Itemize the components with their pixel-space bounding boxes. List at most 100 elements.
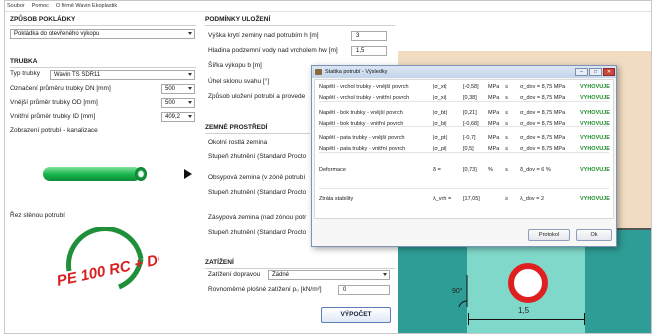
result-row: Deformace δ = [0,73]% ≤ δ_dov = 6 % VYHOVUJE <box>315 166 613 176</box>
install-method-value: Pokládka do otevřeného výkopu <box>14 31 100 37</box>
id-label: Vnitřní průměr trubky ID [mm] <box>10 113 96 120</box>
traffic-load-label: Zatížení dopravou <box>208 271 261 278</box>
dimension-label: 1,5 <box>518 306 530 315</box>
display-label: Zobrazení potrubí - kanalizace <box>10 127 98 134</box>
result-limit: δ_dov = 6 % <box>520 167 551 173</box>
pipe-end-image <box>135 167 147 181</box>
backfill-soil-label: Zásypová zemina (nad zónou potr <box>208 214 307 221</box>
dn-label: Označení průměru trubky DN [mm] <box>10 85 111 92</box>
ok-button[interactable]: Ok <box>576 229 612 241</box>
load-header: ZATÍŽENÍ <box>205 259 234 266</box>
result-label: Ztráta stability <box>319 196 354 202</box>
water-level-input[interactable]: 1,5 <box>351 46 387 56</box>
results-table: Napětí - vrchol trubky - vnější povrch |σ… <box>314 79 614 219</box>
result-limit: λ_dov = 2 <box>520 196 545 202</box>
result-row: Napětí - pata trubky - vnější povrch |σ_p… <box>315 134 613 144</box>
calculate-button[interactable]: VÝPOČET <box>321 307 391 323</box>
results-dialog: Statika potrubí - Výsledky – □ ✕ Napětí … <box>311 65 617 247</box>
divider <box>205 25 395 26</box>
dimension-line <box>468 319 584 320</box>
dimension-tick <box>584 313 585 325</box>
section-label: Řez stěnou potrubí <box>10 212 65 219</box>
pipe-image <box>43 167 141 181</box>
result-value: [-0,58] <box>463 84 479 90</box>
pipe-type-select[interactable]: Wavin TS SDR11 <box>50 70 195 80</box>
surface-load-input[interactable]: 0 <box>338 285 390 295</box>
id-select[interactable]: 409,2 <box>161 112 195 122</box>
result-symbol: |σ_pt| <box>433 135 447 141</box>
compaction-3-label: Stupeň zhutnění (Standard Procto <box>208 229 307 236</box>
result-limit: σ_dov = 8,75 MPa <box>520 110 566 116</box>
result-operator: ≤ <box>505 84 509 90</box>
result-value: [-0,7] <box>463 135 476 141</box>
result-operator: ≤ <box>505 167 509 173</box>
app-window: Soubor Pomoc O firmě Wavin Ekoplastik ZP… <box>4 0 652 334</box>
dialog-title-bar: Statika potrubí - Výsledky <box>312 66 616 78</box>
divider <box>10 67 196 68</box>
dn-select[interactable]: 500 <box>161 84 195 94</box>
close-button[interactable]: ✕ <box>603 68 615 76</box>
app-icon <box>315 69 322 75</box>
result-symbol: δ = <box>433 167 441 173</box>
trench-width-label: Šířka výkopu b [m] <box>208 62 262 69</box>
menu-file[interactable]: Soubor <box>7 3 25 9</box>
row-separator <box>319 101 609 102</box>
od-label: Vnější průměr trubky OD [mm] <box>10 99 98 106</box>
result-unit: MPa <box>488 135 500 141</box>
cover-height-label: Výška krytí zeminy nad potrubím h [m] <box>208 32 319 39</box>
pipe-cross-section <box>508 263 548 303</box>
divider <box>205 268 395 269</box>
result-symbol: |σ_bt| <box>433 110 447 116</box>
result-operator: ≥ <box>505 196 509 202</box>
id-value: 409,2 <box>165 114 181 120</box>
chevron-down-icon <box>188 87 192 90</box>
chevron-down-icon <box>188 32 192 35</box>
play-icon[interactable] <box>184 169 192 179</box>
result-row: Napětí - bok trubky - vnitřní povrch |σ_b… <box>315 120 613 130</box>
water-level-label: Hladina podzemní vody nad vrcholem hw [m… <box>208 47 338 54</box>
menu-help[interactable]: Pomoc <box>32 3 49 9</box>
conditions-header: PODMÍNKY ULOŽENÍ <box>205 16 271 23</box>
row-separator <box>319 126 609 127</box>
dimension-tick <box>468 313 469 325</box>
result-status: VYHOVUJE <box>580 110 610 116</box>
chevron-down-icon <box>188 101 192 104</box>
result-status: VYHOVUJE <box>580 84 610 90</box>
od-value: 500 <box>165 100 176 106</box>
result-operator: ≤ <box>505 135 509 141</box>
traffic-load-value: Žádné <box>272 272 290 278</box>
cover-height-input[interactable]: 3 <box>351 31 387 41</box>
menu-bar: Soubor Pomoc O firmě Wavin Ekoplastik <box>5 1 651 12</box>
protocol-button[interactable]: Protokol <box>528 229 570 241</box>
menu-about[interactable]: O firmě Wavin Ekoplastik <box>56 3 117 9</box>
result-row: Ztráta stability λ_vrh = [17,05] ≥ λ_dov = 2… <box>315 195 613 205</box>
result-unit: MPa <box>488 110 500 116</box>
dialog-title: Statika potrubí - Výsledky <box>325 69 388 75</box>
result-unit: % <box>488 167 493 173</box>
traffic-load-select[interactable]: Žádné <box>268 270 390 280</box>
dn-value: 500 <box>165 86 176 92</box>
compaction-1-label: Stupeň zhutnění (Standard Procto <box>208 153 307 160</box>
chevron-down-icon <box>188 73 192 76</box>
od-select[interactable]: 500 <box>161 98 195 108</box>
result-value: [0,73] <box>463 167 477 173</box>
install-method-select[interactable]: Pokládka do otevřeného výkopu <box>10 29 195 39</box>
pipe-type-value: Wavin TS SDR11 <box>54 72 101 78</box>
result-symbol: |σ_xt| <box>433 84 447 90</box>
compaction-2-label: Stupeň zhutnění (Standard Procto <box>208 189 307 196</box>
result-label: Napětí - bok trubky - vnější povrch <box>319 110 403 116</box>
result-status: VYHOVUJE <box>580 167 610 173</box>
result-row: Napětí - bok trubky - vnější povrch |σ_bt… <box>315 109 613 119</box>
result-row: Napětí - vrchol trubky - vnitřní povrch |… <box>315 94 613 104</box>
minimize-button[interactable]: – <box>575 68 588 76</box>
row-separator <box>319 188 609 189</box>
divider <box>205 133 310 134</box>
chevron-down-icon <box>383 273 387 276</box>
maximize-button[interactable]: □ <box>589 68 602 76</box>
result-unit: MPa <box>488 84 500 90</box>
result-label: Napětí - pata trubky - vnější povrch <box>319 135 405 141</box>
result-row: Napětí - pata trubky - vnitřní povrch |σ_… <box>315 145 613 155</box>
surface-load-label: Rovnoměrné plošné zatížení p₀ [kN/m²] <box>208 286 322 293</box>
result-status: VYHOVUJE <box>580 196 610 202</box>
result-operator: ≤ <box>505 110 509 116</box>
